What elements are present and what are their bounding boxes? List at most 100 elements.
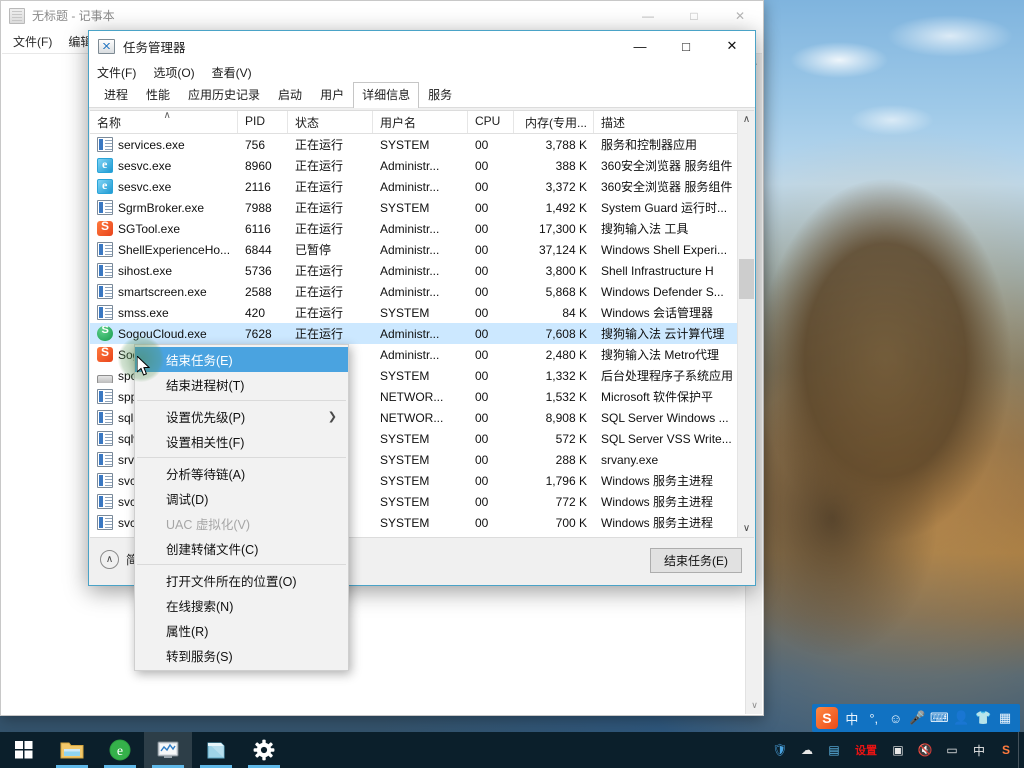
cell-pid: 6116 <box>245 221 271 236</box>
context-menu-item-3[interactable]: 设置相关性(F) <box>135 429 348 454</box>
windows-taskbar[interactable]: e 🛡 ☁ ▤ 设置 ▣ 🔇 ▭ 中 S <box>0 732 1024 768</box>
task-manager-window-buttons[interactable]: — □ ✕ <box>617 31 755 61</box>
column-header-user[interactable]: 用户名 <box>373 111 468 133</box>
cell-mem: 17,300 K <box>538 221 587 236</box>
taskbar-notepad-icon[interactable] <box>192 732 240 768</box>
taskbar-file-explorer-icon[interactable] <box>48 732 96 768</box>
notepad-scroll-down-icon[interactable]: ∨ <box>746 697 763 714</box>
context-menu-item-9[interactable]: 在线搜索(N) <box>135 593 348 618</box>
ime-button-1[interactable]: 中 <box>841 706 863 730</box>
sogou-logo-icon[interactable]: S <box>816 707 838 729</box>
tab-0[interactable]: 进程 <box>95 82 137 107</box>
cell-desc: Windows 服务主进程 <box>601 516 714 530</box>
tab-4[interactable]: 用户 <box>311 82 353 107</box>
tray-network-share-icon[interactable]: ▤ <box>824 740 844 760</box>
scroll-down-icon[interactable]: ∨ <box>738 520 755 537</box>
notepad-titlebar[interactable]: 无标题 - 记事本 — □ ✕ <box>1 1 763 30</box>
ime-button-5[interactable]: ⌨ <box>928 706 950 730</box>
column-header-mem[interactable]: 内存(专用... <box>514 111 594 133</box>
context-menu-item-1[interactable]: 结束进程树(T) <box>135 372 348 397</box>
tray-action-center-icon[interactable]: ▣ <box>888 740 908 760</box>
tab-6[interactable]: 服务 <box>419 82 461 107</box>
fewer-details-button[interactable]: ∧ 简 <box>100 550 138 569</box>
notepad-close-button[interactable]: ✕ <box>717 1 763 30</box>
tab-2[interactable]: 应用历史记录 <box>179 82 269 107</box>
ime-button-2[interactable]: °, <box>863 706 885 730</box>
context-menu-item-4[interactable]: 分析等待链(A) <box>135 461 348 486</box>
cell-pid: 2116 <box>245 179 271 194</box>
system-tray[interactable]: 🛡 ☁ ▤ 设置 ▣ 🔇 ▭ 中 S <box>770 732 1016 768</box>
context-menu-item-11[interactable]: 转到服务(S) <box>135 643 348 668</box>
column-header-pid[interactable]: PID <box>238 111 288 133</box>
tray-red-text-icon[interactable]: 设置 <box>851 740 881 760</box>
notepad-minimize-button[interactable]: — <box>625 1 671 30</box>
end-task-button[interactable]: 结束任务(E) <box>650 548 742 573</box>
task-manager-maximize-button[interactable]: □ <box>663 31 709 61</box>
context-menu-item-0[interactable]: 结束任务(E) <box>135 347 348 372</box>
notepad-maximize-button[interactable]: □ <box>671 1 717 30</box>
ime-button-6[interactable]: 👤 <box>950 706 972 730</box>
table-row[interactable]: smss.exe 420 正在运行 SYSTEM 00 84 K Windows 会话管理器 <box>90 302 737 323</box>
table-row[interactable]: SGTool.exe 6116 正在运行 Administr... 00 17,300 K… <box>90 218 737 239</box>
cell-cpu: 00 <box>475 452 489 467</box>
table-row[interactable]: sihost.exe 5736 正在运行 Administr... 00 3,800 K S… <box>90 260 737 281</box>
column-header-name[interactable]: 名称 ∧ <box>90 111 238 133</box>
menu-file[interactable]: 文件(F) <box>97 62 145 83</box>
column-header-desc[interactable]: 描述 <box>594 111 739 133</box>
context-menu-item-10[interactable]: 属性(R) <box>135 618 348 643</box>
scroll-up-icon[interactable]: ∧ <box>738 111 755 128</box>
context-menu-item-7[interactable]: 创建转储文件(C) <box>135 536 348 561</box>
table-row[interactable]: smartscreen.exe 2588 正在运行 Administr... 00 5,8… <box>90 281 737 302</box>
table-row[interactable]: SogouCloud.exe 7628 正在运行 Administr... 00 7,60… <box>90 323 737 344</box>
taskbar-360-browser-icon[interactable]: e <box>96 732 144 768</box>
context-menu-item-label: 分析等待链(A) <box>166 468 246 482</box>
task-manager-minimize-button[interactable]: — <box>617 31 663 61</box>
ime-button-8[interactable]: ▦ <box>994 706 1016 730</box>
context-menu-item-label: 打开文件所在的位置(O) <box>166 575 297 589</box>
table-row[interactable]: sesvc.exe 8960 正在运行 Administr... 00 388 K 360安… <box>90 155 737 176</box>
process-context-menu[interactable]: 结束任务(E) 结束进程树(T) 设置优先级(P) ❯ 设置相关性(F) 分析等待链(A)… <box>134 344 349 671</box>
table-row[interactable]: sesvc.exe 2116 正在运行 Administr... 00 3,372 K 36… <box>90 176 737 197</box>
tab-3[interactable]: 启动 <box>269 82 311 107</box>
tray-sogou-tray-icon[interactable]: S <box>996 740 1016 760</box>
cell-cpu: 00 <box>475 242 489 257</box>
scrollbar-thumb[interactable] <box>739 259 754 299</box>
context-menu-item-5[interactable]: 调试(D) <box>135 486 348 511</box>
notepad-window-buttons[interactable]: — □ ✕ <box>625 1 763 30</box>
taskbar-task-manager-icon[interactable] <box>144 732 192 768</box>
notepad-menu-file[interactable]: 文件(F) <box>5 31 60 52</box>
column-header-status[interactable]: 状态 <box>288 111 373 133</box>
tray-battery-icon[interactable]: ▭ <box>942 740 962 760</box>
tray-ime-chinese-icon[interactable]: 中 <box>969 740 989 760</box>
cell-user: SYSTEM <box>380 200 430 215</box>
task-manager-tabstrip[interactable]: 进程 性能 应用历史记录 启动 用户 详细信息 服务 <box>89 82 755 108</box>
show-desktop-button[interactable] <box>1018 732 1024 768</box>
column-header-cpu[interactable]: CPU <box>468 111 514 133</box>
task-manager-menubar[interactable]: 文件(F) 选项(O) 查看(V) <box>89 61 755 83</box>
context-menu-item-2[interactable]: 设置优先级(P) ❯ <box>135 404 348 429</box>
process-table-scrollbar[interactable]: ∧ ∨ <box>737 111 754 537</box>
menu-view[interactable]: 查看(V) <box>212 62 261 83</box>
cell-mem: 1,796 K <box>545 473 587 488</box>
ime-button-4[interactable]: 🎤 <box>907 706 929 730</box>
task-manager-titlebar[interactable]: 任务管理器 — □ ✕ <box>89 31 755 61</box>
windows-start-icon[interactable] <box>0 732 48 768</box>
tray-tencent-shield-icon[interactable]: 🛡 <box>770 740 790 760</box>
tray-volume-muted-icon[interactable]: 🔇 <box>915 740 935 760</box>
taskbar-settings-gear-icon[interactable] <box>240 732 288 768</box>
sogou-ime-bar[interactable]: S 中 °, ☺ 🎤 ⌨ 👤 👕 ▦ <box>812 704 1020 732</box>
process-table-header[interactable]: 名称 ∧ PID 状态 用户名 CPU 内存(专用... 描述 <box>90 111 754 134</box>
table-row[interactable]: ShellExperienceHo... 6844 已暂停 Administr... 0… <box>90 239 737 260</box>
ime-button-3[interactable]: ☺ <box>885 706 907 730</box>
ime-button-7[interactable]: 👕 <box>972 706 994 730</box>
context-menu-item-8[interactable]: 打开文件所在的位置(O) <box>135 568 348 593</box>
table-row[interactable]: SgrmBroker.exe 7988 正在运行 SYSTEM 00 1,492 K Sys… <box>90 197 737 218</box>
cell-cpu: 00 <box>475 263 489 278</box>
menu-options[interactable]: 选项(O) <box>153 62 203 83</box>
task-manager-close-button[interactable]: ✕ <box>709 31 755 61</box>
tab-5[interactable]: 详细信息 <box>353 82 420 108</box>
table-row[interactable]: services.exe 756 正在运行 SYSTEM 00 3,788 K 服务和控制器… <box>90 134 737 155</box>
tab-1[interactable]: 性能 <box>137 82 179 107</box>
tray-cloud-icon[interactable]: ☁ <box>797 740 817 760</box>
cell-name: smartscreen.exe <box>90 284 238 299</box>
